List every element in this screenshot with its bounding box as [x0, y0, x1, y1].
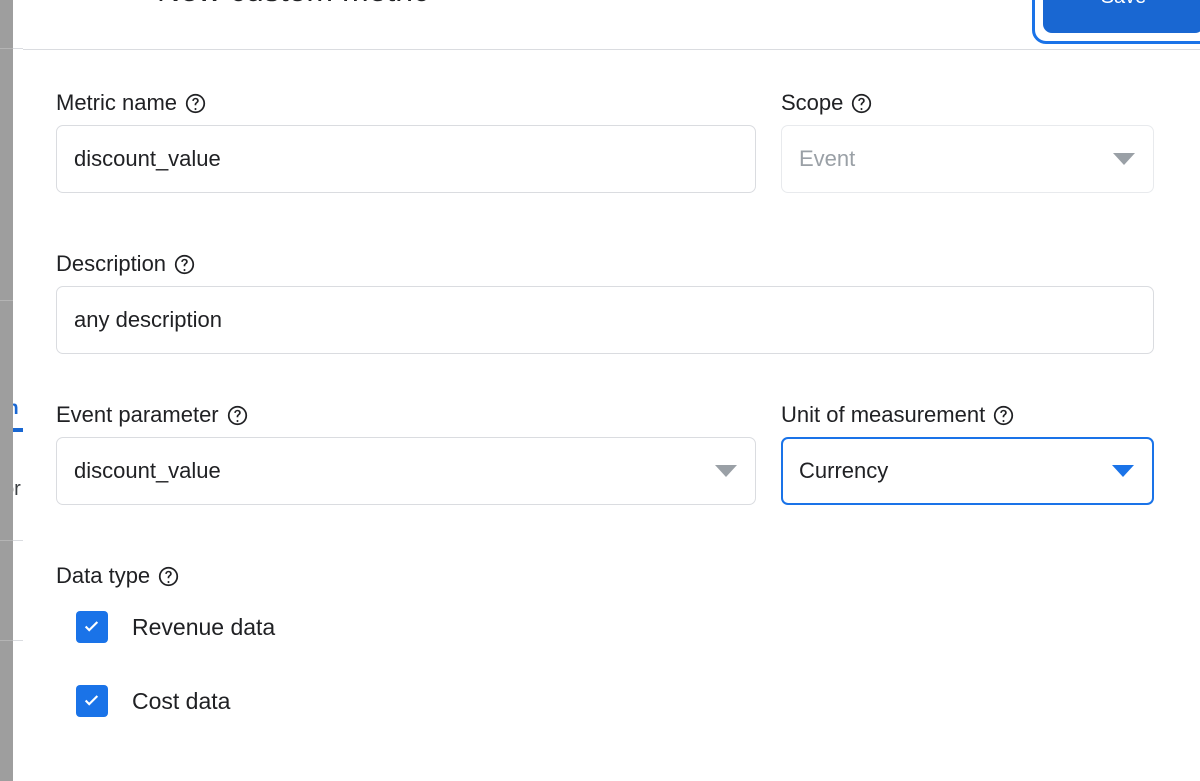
metric-name-label-row: Metric name: [56, 90, 756, 116]
data-type-option-label[interactable]: Cost data: [132, 688, 230, 715]
chevron-down-icon: [715, 465, 737, 477]
data-type-field: Data type Revenue data Cost data: [56, 563, 756, 717]
scope-field: Scope Event: [781, 90, 1154, 193]
scope-value: Event: [799, 146, 856, 171]
background-gutter-line: [0, 300, 13, 301]
save-button[interactable]: Save: [1043, 0, 1200, 33]
background-gutter-line: [0, 640, 13, 641]
data-type-label-row: Data type: [56, 563, 756, 589]
checkbox-checked-icon[interactable]: [76, 685, 108, 717]
data-type-option-revenue[interactable]: Revenue data: [76, 611, 756, 643]
unit-of-measurement-select[interactable]: Currency: [781, 437, 1154, 505]
event-parameter-value: discount_value: [74, 458, 221, 483]
dialog-header: New custom metric Save: [23, 0, 1200, 50]
background-divider: [13, 48, 23, 49]
unit-of-measurement-label-row: Unit of measurement: [781, 402, 1154, 428]
background-page: n or: [13, 0, 23, 781]
description-label: Description: [56, 251, 167, 276]
page-title: New custom metric: [157, 0, 429, 10]
description-field: Description: [56, 251, 1154, 354]
chevron-down-icon: [1113, 153, 1135, 165]
background-tab-underline: [13, 428, 23, 432]
unit-of-measurement-field: Unit of measurement Currency: [781, 402, 1154, 505]
background-gutter-line: [0, 48, 13, 49]
event-parameter-field: Event parameter discount_value: [56, 402, 756, 505]
unit-of-measurement-label: Unit of measurement: [781, 402, 986, 427]
background-body-text: or: [13, 478, 21, 500]
new-custom-metric-dialog: New custom metric Save Metric name: [23, 0, 1200, 781]
background-divider: [13, 640, 23, 641]
metric-name-input[interactable]: [56, 125, 756, 193]
help-circle-icon[interactable]: [185, 93, 206, 114]
help-circle-icon[interactable]: [174, 254, 195, 275]
metric-name-field: Metric name: [56, 90, 756, 193]
background-gutter-line: [0, 540, 13, 541]
event-parameter-select[interactable]: discount_value: [56, 437, 756, 505]
close-icon[interactable]: [68, 0, 108, 10]
background-tab-label[interactable]: n: [13, 398, 19, 420]
event-parameter-label: Event parameter: [56, 402, 219, 427]
scope-label-row: Scope: [781, 90, 1154, 116]
help-circle-icon[interactable]: [993, 405, 1014, 426]
help-circle-icon[interactable]: [158, 566, 179, 587]
data-type-option-cost[interactable]: Cost data: [76, 685, 756, 717]
unit-of-measurement-value: Currency: [799, 458, 889, 483]
background-divider: [13, 540, 23, 541]
scope-label: Scope: [781, 90, 844, 115]
help-circle-icon[interactable]: [227, 405, 248, 426]
event-parameter-label-row: Event parameter: [56, 402, 756, 428]
metric-name-label: Metric name: [56, 90, 178, 115]
scope-select: Event: [781, 125, 1154, 193]
data-type-label: Data type: [56, 563, 151, 588]
checkbox-checked-icon[interactable]: [76, 611, 108, 643]
description-input[interactable]: [56, 286, 1154, 354]
help-circle-icon[interactable]: [851, 93, 872, 114]
background-page-gutter: [0, 0, 13, 781]
data-type-option-label[interactable]: Revenue data: [132, 614, 275, 641]
chevron-down-icon: [1112, 465, 1134, 477]
description-label-row: Description: [56, 251, 1154, 277]
